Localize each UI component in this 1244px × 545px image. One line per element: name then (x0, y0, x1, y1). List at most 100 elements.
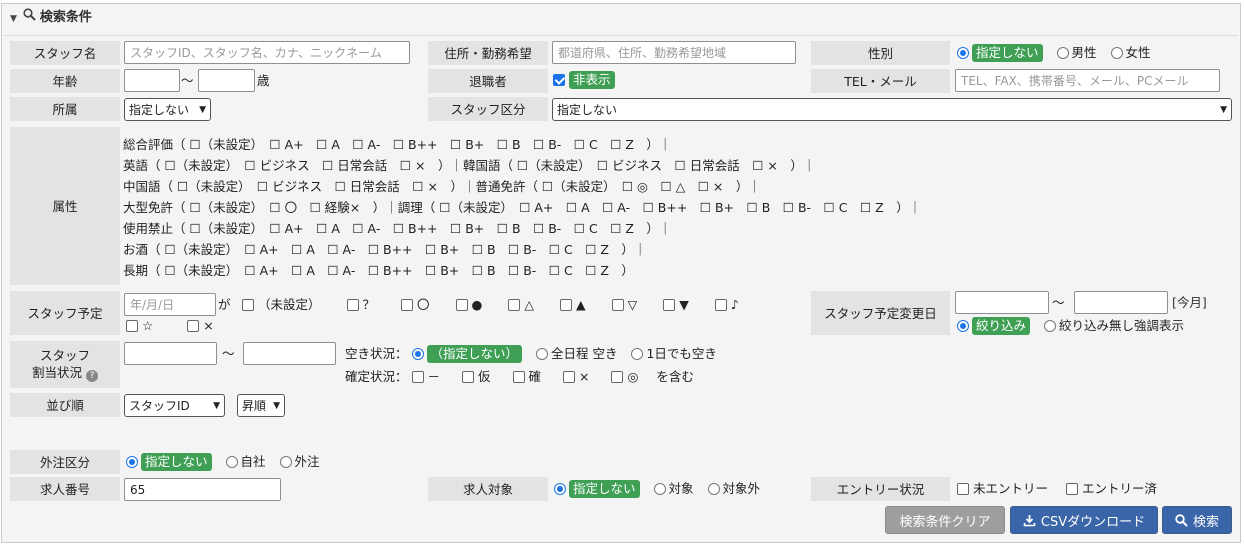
attr-line-alcohol[interactable]: お酒（ ☐（未設定） ☐ A+ ☐ A ☐ A- ☐ B++ ☐ B+ ☐ B … (123, 239, 646, 260)
checkbox-icon[interactable] (663, 299, 676, 311)
schedule-option[interactable]: ♪ (714, 297, 739, 313)
staff-type-select[interactable]: 指定しない ▼ (552, 98, 1232, 121)
confirm-option[interactable]: 仮 (462, 369, 491, 385)
schedule-option[interactable]: （未設定） (242, 297, 321, 313)
collapse-triangle-icon[interactable]: ▼ (10, 14, 17, 24)
checkbox-icon[interactable] (553, 74, 565, 86)
job-target-option-target[interactable]: 対象 (653, 481, 694, 497)
attr-line-long-term[interactable]: 長期（ ☐（未設定） ☐ A+ ☐ A ☐ A- ☐ B++ ☐ B+ ☐ B … (123, 260, 634, 281)
confirm-option[interactable]: 確 (512, 369, 541, 385)
panel-header[interactable]: ▼ 検索条件 (10, 7, 92, 29)
radio-icon[interactable] (957, 47, 969, 59)
radio-icon[interactable] (225, 456, 238, 468)
job-number-label: 求人番号 (10, 477, 120, 501)
age-to-input[interactable] (198, 69, 255, 92)
department-select[interactable]: 指定しない ▼ (124, 98, 211, 121)
checkbox-icon[interactable] (611, 371, 624, 383)
vacancy-option-all-days[interactable]: 全日程 空き (536, 346, 617, 362)
confirm-option[interactable]: － (411, 369, 440, 385)
outsource-option-own[interactable]: 自社 (225, 454, 266, 470)
attr-line-prohibited[interactable]: 使用禁止（ ☐（未設定） ☐ A+ ☐ A ☐ A- ☐ B++ ☐ B+ ☐ … (123, 218, 671, 239)
schedule-option[interactable]: ▲ (560, 297, 586, 313)
schedule-option[interactable]: ● (455, 297, 482, 313)
radio-icon[interactable] (554, 483, 566, 495)
outsource-option-external[interactable]: 外注 (279, 454, 320, 470)
radio-icon[interactable] (1056, 47, 1069, 59)
radio-icon[interactable] (536, 348, 548, 360)
confirm-label: 確定状況： (345, 369, 408, 384)
job-target-option-unspecified[interactable]: 指定しない (554, 480, 640, 498)
sort-order-select[interactable]: 昇順 ▼ (237, 394, 285, 417)
attr-line-chinese-license[interactable]: 中国語（ ☐（未設定） ☐ ビジネス ☐ 日常会話 ☐ × ）｜普通免許（ ☐（… (123, 176, 761, 197)
change-date-to-input[interactable] (1074, 291, 1168, 314)
schedule-option[interactable]: △ (508, 297, 534, 313)
clear-button[interactable]: 検索条件クリア (885, 506, 1005, 534)
contact-input[interactable] (955, 69, 1220, 92)
job-number-input[interactable] (124, 478, 281, 501)
change-date-separator: ～ (1052, 295, 1065, 310)
chevron-down-icon: ▼ (213, 400, 220, 411)
gender-option-unspecified[interactable]: 指定しない (957, 44, 1043, 62)
checkbox-icon[interactable] (346, 299, 359, 311)
checkbox-icon[interactable] (957, 483, 969, 495)
checkbox-icon[interactable] (1066, 483, 1078, 495)
radio-icon[interactable] (1044, 320, 1056, 332)
job-target-option-non-target[interactable]: 対象外 (707, 481, 760, 497)
search-button[interactable]: 検索 (1162, 506, 1232, 534)
gender-option-female[interactable]: 女性 (1110, 45, 1151, 61)
attr-line-large-license-cooking[interactable]: 大型免許（ ☐（未設定） ☐ 〇 ☐ 経験× ）｜調理（ ☐（未設定） ☐ A+… (123, 197, 921, 218)
radio-icon[interactable] (126, 456, 138, 468)
assign-from-input[interactable] (124, 342, 217, 365)
radio-icon[interactable] (279, 456, 292, 468)
outsource-option-unspecified[interactable]: 指定しない (126, 453, 212, 471)
checkbox-icon[interactable] (462, 371, 474, 383)
checkbox-icon[interactable] (611, 299, 624, 311)
checkbox-icon[interactable] (560, 299, 573, 311)
checkbox-icon[interactable] (714, 299, 727, 311)
retired-checkbox[interactable]: 非表示 (553, 71, 615, 89)
vacancy-option-any-day[interactable]: 1日でも空き (631, 346, 717, 362)
checkbox-icon[interactable] (508, 299, 521, 311)
radio-icon[interactable] (1110, 47, 1123, 59)
confirm-option[interactable]: ◎ (611, 369, 638, 385)
schedule-option[interactable]: × (187, 318, 214, 334)
address-input[interactable] (552, 41, 796, 64)
radio-icon[interactable] (631, 348, 644, 360)
schedule-option[interactable]: ☆ (126, 318, 153, 334)
age-from-input[interactable] (124, 69, 180, 92)
entry-option-not-entered[interactable]: 未エントリー (957, 481, 1048, 497)
checkbox-icon[interactable] (126, 320, 138, 332)
sort-field-select[interactable]: スタッフID ▼ (124, 394, 225, 417)
schedule-option[interactable]: ▽ (611, 297, 637, 313)
radio-icon[interactable] (653, 483, 666, 495)
filter-option-highlight[interactable]: 絞り込み無し強調表示 (1044, 318, 1184, 334)
this-month-link[interactable]: [今月] (1172, 295, 1207, 311)
change-date-from-input[interactable] (955, 291, 1049, 314)
radio-icon[interactable] (957, 320, 969, 332)
confirm-option[interactable]: × (563, 369, 589, 385)
checkbox-icon[interactable] (411, 371, 424, 383)
assign-to-input[interactable] (243, 342, 336, 365)
schedule-options-row1: （未設定） ？ 〇 ● △ ▲ ▽ ▼ ♪ (242, 297, 749, 313)
checkbox-icon[interactable] (187, 320, 200, 332)
filter-option-narrow[interactable]: 絞り込み (957, 317, 1031, 335)
schedule-option[interactable]: ？ (346, 297, 375, 313)
checkbox-icon[interactable] (563, 371, 575, 383)
schedule-option[interactable]: 〇 (401, 297, 430, 313)
schedule-date-input[interactable] (124, 293, 216, 316)
help-icon[interactable]: ? (86, 370, 98, 382)
checkbox-icon[interactable] (242, 299, 254, 311)
staff-name-input[interactable] (124, 41, 410, 64)
checkbox-icon[interactable] (455, 299, 468, 311)
vacancy-option-unspecified[interactable]: （指定しない） (411, 345, 523, 363)
radio-icon[interactable] (707, 483, 720, 495)
checkbox-icon[interactable] (401, 299, 413, 311)
radio-icon[interactable] (411, 348, 424, 360)
schedule-option[interactable]: ▼ (663, 297, 689, 313)
attr-line-rating[interactable]: 総合評価（ ☐（未設定） ☐ A+ ☐ A ☐ A- ☐ B++ ☐ B+ ☐ … (123, 134, 671, 155)
gender-option-male[interactable]: 男性 (1056, 45, 1097, 61)
checkbox-icon[interactable] (512, 371, 525, 383)
csv-download-button[interactable]: CSVダウンロード (1010, 506, 1158, 534)
attr-line-english-korean[interactable]: 英語（ ☐（未設定） ☐ ビジネス ☐ 日常会話 ☐ × ）｜韓国語（ ☐（未設… (123, 155, 815, 176)
entry-option-entered[interactable]: エントリー済 (1066, 481, 1157, 497)
